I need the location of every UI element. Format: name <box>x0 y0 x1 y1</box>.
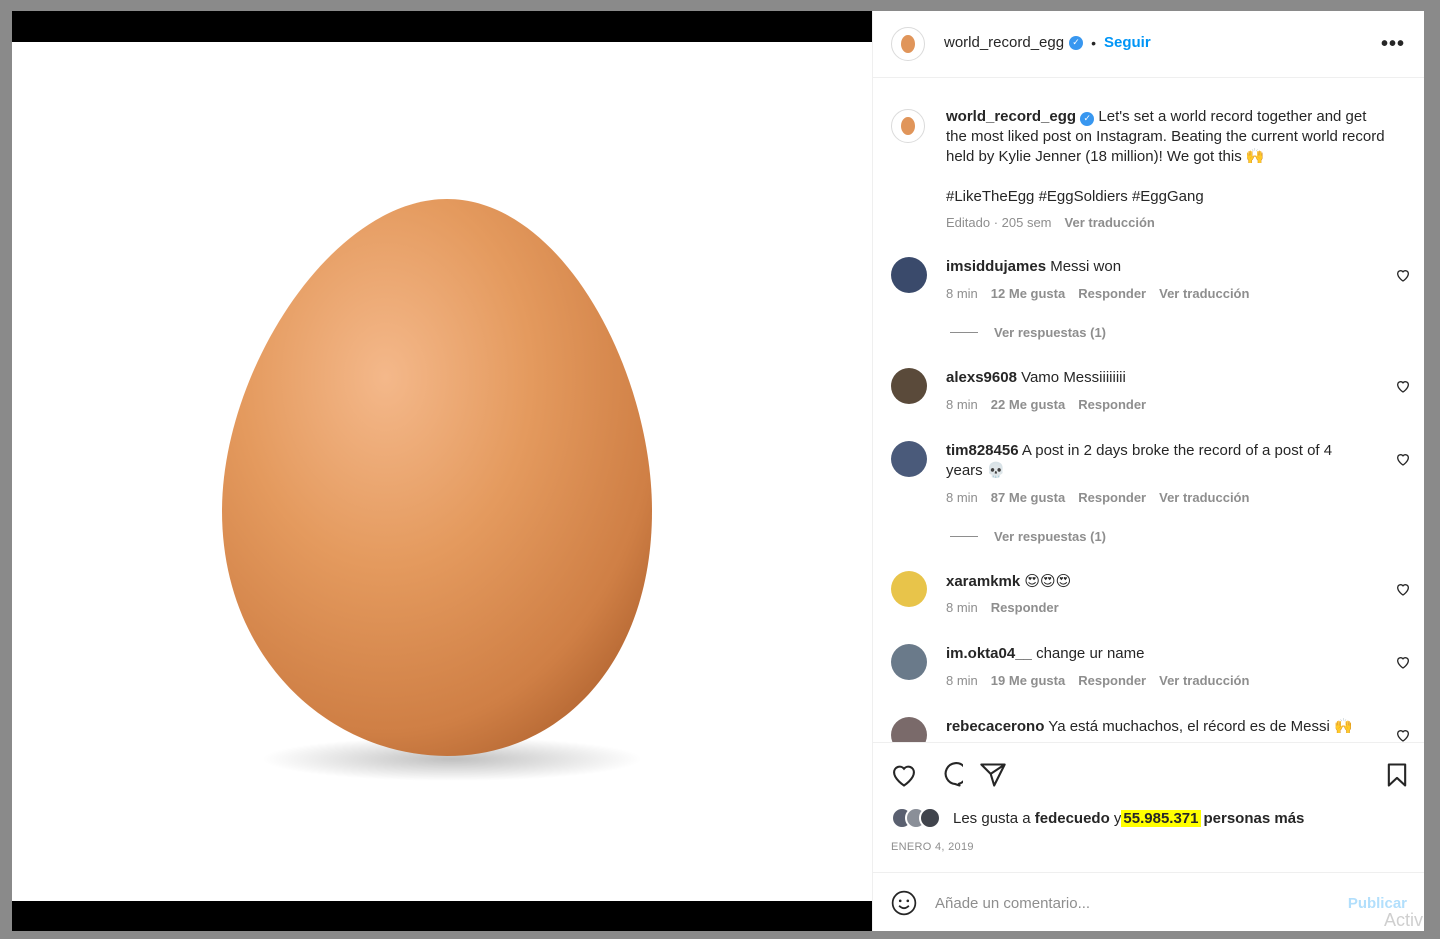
letterbox-top <box>12 11 872 42</box>
comment-time: 8 min <box>946 673 978 688</box>
comment-text: 😍😍😍 <box>1024 572 1072 590</box>
heart-icon[interactable] <box>1395 654 1411 670</box>
heart-icon[interactable] <box>1395 727 1411 742</box>
comment-time: 8 min <box>946 397 978 412</box>
replies-divider <box>950 536 978 537</box>
avatar[interactable] <box>891 257 927 293</box>
heart-icon[interactable] <box>1395 378 1411 394</box>
translate-link[interactable]: Ver traducción <box>1159 490 1249 505</box>
comment-text: Ya está muchachos, el récord es de Messi… <box>1048 718 1353 735</box>
avatar <box>919 807 941 829</box>
comment-text: change ur name <box>1036 645 1145 662</box>
avatar[interactable] <box>891 27 925 61</box>
comment-time: 8 min <box>946 600 978 615</box>
liker-avatars[interactable] <box>891 807 941 829</box>
post-date: ENERO 4, 2019 <box>891 841 974 853</box>
comment-time: 8 min <box>946 490 978 505</box>
heart-icon[interactable] <box>1395 581 1411 597</box>
likes-summary: Les gusta a fedecuedo y 55.985.371 perso… <box>891 807 1304 829</box>
likes-user-link[interactable]: fedecuedo <box>1035 810 1110 827</box>
share-send-icon[interactable] <box>979 761 1007 789</box>
comment-likes[interactable]: 12 Me gusta <box>991 286 1065 301</box>
likes-count[interactable]: 55.985.371 <box>1121 809 1201 827</box>
post-modal: world_record_egg ✓ • Seguir ••• world_re… <box>12 11 1424 931</box>
heart-icon[interactable] <box>1395 267 1411 283</box>
follow-button[interactable]: Seguir <box>1104 34 1151 51</box>
comment-username[interactable]: im.okta04__ <box>946 645 1032 662</box>
comment-likes[interactable]: 22 Me gusta <box>991 397 1065 412</box>
comments-list[interactable]: world_record_egg ✓ Let's set a world rec… <box>873 79 1424 742</box>
emoji-smiley-icon[interactable] <box>891 890 917 916</box>
verified-icon: ✓ <box>1080 111 1095 126</box>
likes-suffix[interactable]: personas más <box>1204 810 1305 827</box>
comment-username[interactable]: alexs9608 <box>946 369 1017 386</box>
comment-composer: Publicar Activ <box>873 872 1424 931</box>
comment-time: 8 min <box>946 286 978 301</box>
avatar[interactable] <box>891 109 925 143</box>
post-panel: world_record_egg ✓ • Seguir ••• world_re… <box>872 11 1424 931</box>
activation-watermark: Activ <box>1383 910 1423 930</box>
likes-connector: y <box>1113 809 1122 827</box>
reply-button[interactable]: Responder <box>1078 397 1146 412</box>
like-heart-icon[interactable] <box>890 761 918 789</box>
comment-username[interactable]: rebecacerono <box>946 718 1044 735</box>
comment-text: Vamo Messiiiiiiii <box>1021 369 1126 386</box>
comment-text: Messi won <box>1050 258 1122 275</box>
post-media[interactable] <box>12 11 872 931</box>
comment-likes[interactable]: 19 Me gusta <box>991 673 1065 688</box>
caption-edited: Editado · 205 sem <box>946 215 1052 230</box>
separator-dot: • <box>1091 34 1096 51</box>
verified-icon: ✓ <box>1069 35 1084 50</box>
heart-icon[interactable] <box>1395 451 1411 467</box>
avatar[interactable] <box>891 571 927 607</box>
reply-button[interactable]: Responder <box>1078 286 1146 301</box>
translate-link[interactable]: Ver traducción <box>1159 286 1249 301</box>
view-replies-button[interactable]: Ver respuestas (1) <box>950 529 1106 544</box>
avatar[interactable] <box>891 441 927 477</box>
comment-likes[interactable]: 87 Me gusta <box>991 490 1065 505</box>
view-replies-button[interactable]: Ver respuestas (1) <box>950 325 1106 340</box>
avatar[interactable] <box>891 717 927 742</box>
bookmark-icon[interactable] <box>1383 761 1411 789</box>
letterbox-bottom <box>12 901 872 931</box>
avatar[interactable] <box>891 368 927 404</box>
likes-prefix: Les gusta a <box>953 809 1031 827</box>
comment-username[interactable]: tim828456 <box>946 442 1019 459</box>
post-header: world_record_egg ✓ • Seguir ••• <box>873 11 1424 78</box>
replies-divider <box>950 332 978 333</box>
hashtags[interactable]: #LikeTheEgg #EggSoldiers #EggGang <box>946 187 1366 207</box>
egg-image <box>202 181 682 801</box>
post-actions: Les gusta a fedecuedo y 55.985.371 perso… <box>873 742 1424 872</box>
view-replies-label: Ver respuestas (1) <box>994 325 1107 340</box>
more-options-icon[interactable]: ••• <box>1381 33 1405 56</box>
caption-username[interactable]: world_record_egg <box>946 108 1076 125</box>
reply-button[interactable]: Responder <box>1078 490 1146 505</box>
comment-input[interactable] <box>935 889 1325 917</box>
translate-link[interactable]: Ver traducción <box>1159 673 1249 688</box>
comment-bubble-icon[interactable] <box>935 761 963 789</box>
reply-button[interactable]: Responder <box>991 600 1059 615</box>
reply-button[interactable]: Responder <box>1078 673 1146 688</box>
header-username[interactable]: world_record_egg <box>944 34 1064 51</box>
comment-username[interactable]: xaramkmk <box>946 573 1020 590</box>
avatar[interactable] <box>891 644 927 680</box>
caption-translate-link[interactable]: Ver traducción <box>1065 215 1155 230</box>
comment-username[interactable]: imsiddujames <box>946 258 1046 275</box>
view-replies-label: Ver respuestas (1) <box>994 529 1107 544</box>
